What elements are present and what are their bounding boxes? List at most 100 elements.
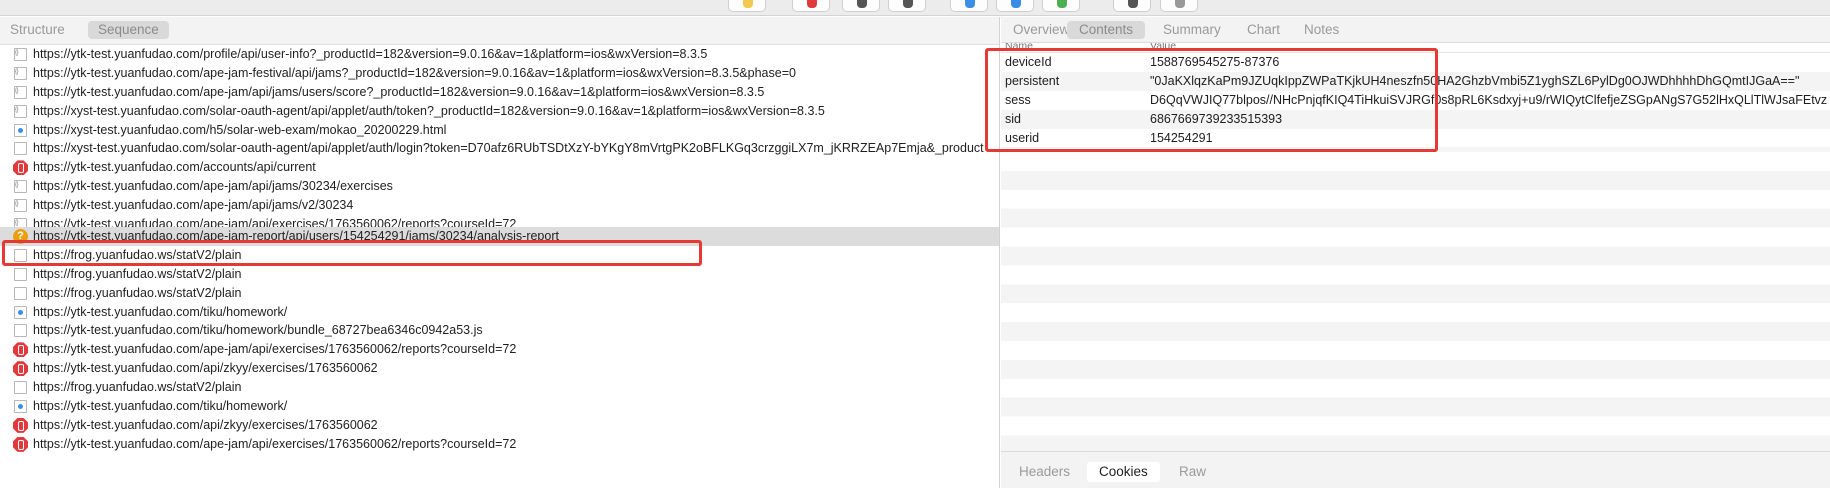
request-url: https://frog.yuanfudao.ws/statV2/plain (33, 247, 242, 262)
check-button[interactable] (1042, 0, 1080, 12)
cookie-name: sess (1005, 92, 1031, 107)
trash-button[interactable] (842, 0, 880, 12)
cookie-row[interactable]: persistent "0JaKXlqzKaPm9JZUqkIppZWPaTKjk… (1001, 71, 1830, 91)
settings-button[interactable] (1160, 0, 1198, 12)
empty-table-area (1001, 152, 1830, 461)
request-row[interactable]: https://xyst-test.yuanfudao.com/solar-oa… (0, 102, 999, 121)
main-toolbar (0, 0, 1830, 16)
request-url: https://ytk-test.yuanfudao.com/api/zkyy/… (33, 361, 378, 376)
cookie-row[interactable]: deviceId 1588769545275-87376 (1001, 53, 1830, 72)
bug-button[interactable] (888, 0, 926, 12)
request-row[interactable]: https://ytk-test.yuanfudao.com/tiku/home… (0, 397, 999, 416)
request-row[interactable]: https://ytk-test.yuanfudao.com/ape-jam/a… (0, 177, 999, 196)
cookie-value: 6867669739233515393 (1150, 111, 1283, 126)
tools-icon (1128, 0, 1138, 8)
yellow-tag-icon (743, 0, 753, 8)
request-row[interactable]: https://frog.yuanfudao.ws/statV2/plain (0, 246, 999, 265)
json-icon (14, 215, 27, 228)
sequence-pane: Structure Sequence https://ytk-test.yuan… (0, 17, 1000, 488)
trash-icon (857, 0, 867, 8)
cookie-value: D6QqVWJIQ77blpos//NHcPnjqfKIQ4TiHkuiSVJR… (1150, 92, 1828, 107)
record-button[interactable] (792, 0, 830, 12)
json-icon (14, 64, 27, 82)
tab-notes[interactable]: Notes (1292, 21, 1351, 39)
request-row[interactable]: https://ytk-test.yuanfudao.com/accounts/… (0, 158, 999, 177)
request-url: https://ytk-test.yuanfudao.com/ape-jam/a… (33, 198, 354, 213)
error-icon (13, 417, 28, 433)
request-url: https://xyst-test.yuanfudao.com/h5/solar… (33, 122, 447, 137)
settings-icon (1175, 0, 1185, 8)
json-icon (14, 177, 27, 195)
request-url: https://ytk-test.yuanfudao.com/tiku/home… (33, 323, 483, 338)
request-row[interactable]: https://frog.yuanfudao.ws/statV2/plain (0, 284, 999, 303)
request-url: https://ytk-test.yuanfudao.com/api/zkyy/… (33, 417, 378, 432)
error-icon (13, 361, 28, 377)
request-row[interactable]: ? https://ytk-test.yuanfudao.com/ape-jam-… (0, 227, 999, 246)
doc-icon (14, 324, 27, 338)
tab-raw[interactable]: Raw (1167, 462, 1218, 482)
request-url: https://ytk-test.yuanfudao.com/ape-jam/a… (33, 436, 517, 451)
tools-button[interactable] (1113, 0, 1151, 12)
request-url: https://xyst-test.yuanfudao.com/solar-oa… (33, 141, 984, 156)
tab-chart[interactable]: Chart (1235, 21, 1292, 39)
doc-icon (14, 381, 27, 395)
cookie-row[interactable]: sess D6QqVWJIQ77blpos//NHcPnjqfKIQ4TiHkui… (1001, 90, 1830, 110)
request-row[interactable]: https://ytk-test.yuanfudao.com/api/zkyy/… (0, 359, 999, 378)
json-icon (14, 45, 27, 63)
cookie-value: "0JaKXlqzKaPm9JZUqkIppZWPaTKjkUH4neszfn5… (1150, 73, 1800, 88)
refresh-button[interactable] (996, 0, 1034, 12)
column-header-value[interactable]: Value (1150, 43, 1176, 52)
json-icon (14, 102, 27, 120)
cookie-name: userid (1005, 130, 1040, 145)
request-url: https://frog.yuanfudao.ws/statV2/plain (33, 380, 242, 395)
request-row[interactable]: https://ytk-test.yuanfudao.com/tiku/home… (0, 321, 999, 340)
cookie-value: 1588769545275-87376 (1150, 55, 1280, 69)
request-row[interactable]: https://frog.yuanfudao.ws/statV2/plain (0, 378, 999, 397)
request-url: https://ytk-test.yuanfudao.com/accounts/… (33, 160, 316, 175)
cookie-name: deviceId (1005, 55, 1052, 69)
check-icon (1057, 0, 1067, 8)
request-url: https://ytk-test.yuanfudao.com/ape-jam/a… (33, 179, 393, 194)
detail-pane: Overview Contents Summary Chart Notes Na… (985, 17, 1830, 488)
request-row[interactable]: https://ytk-test.yuanfudao.com/ape-jam/a… (0, 435, 999, 454)
question-icon: ? (13, 229, 28, 245)
request-row[interactable]: https://ytk-test.yuanfudao.com/ape-jam-f… (0, 64, 999, 83)
tab-contents[interactable]: Contents (1067, 21, 1146, 39)
tab-headers[interactable]: Headers (1007, 462, 1082, 482)
doc-icon (14, 142, 27, 156)
request-url: https://ytk-test.yuanfudao.com/ape-jam/a… (33, 84, 765, 99)
error-icon (13, 160, 28, 176)
html-icon (14, 305, 27, 319)
bug-icon (903, 0, 913, 8)
cookie-row[interactable]: userid 154254291 (1001, 128, 1830, 148)
request-url: https://frog.yuanfudao.ws/statV2/plain (33, 285, 242, 300)
request-row[interactable]: https://ytk-test.yuanfudao.com/ape-jam/a… (0, 215, 999, 228)
request-row[interactable]: https://frog.yuanfudao.ws/statV2/plain (0, 265, 999, 284)
tab-sequence[interactable]: Sequence (88, 21, 169, 39)
tab-cookies[interactable]: Cookies (1087, 462, 1160, 482)
request-row[interactable]: https://xyst-test.yuanfudao.com/h5/solar… (0, 121, 999, 140)
request-url: https://ytk-test.yuanfudao.com/tiku/home… (33, 399, 288, 414)
request-row[interactable]: https://ytk-test.yuanfudao.com/ape-jam/a… (0, 340, 999, 359)
cookie-row[interactable]: sid 6867669739233515393 (1001, 109, 1830, 129)
request-row[interactable]: https://ytk-test.yuanfudao.com/ape-jam/a… (0, 196, 999, 215)
request-row[interactable]: https://ytk-test.yuanfudao.com/ape-jam/a… (0, 83, 999, 102)
request-url: https://ytk-test.yuanfudao.com/ape-jam/a… (33, 342, 517, 357)
pen-button[interactable] (950, 0, 988, 12)
error-icon (13, 436, 28, 452)
request-row[interactable]: https://ytk-test.yuanfudao.com/tiku/home… (0, 303, 999, 322)
json-icon (14, 83, 27, 101)
request-url: https://ytk-test.yuanfudao.com/ape-jam-r… (33, 229, 559, 244)
tab-summary[interactable]: Summary (1151, 21, 1233, 39)
cookie-value: 154254291 (1150, 130, 1213, 145)
tab-structure[interactable]: Structure (0, 21, 75, 39)
request-row[interactable]: https://ytk-test.yuanfudao.com/api/zkyy/… (0, 416, 999, 435)
request-row[interactable]: https://ytk-test.yuanfudao.com/profile/a… (0, 45, 999, 64)
refresh-icon (1011, 0, 1021, 8)
request-row[interactable]: https://xyst-test.yuanfudao.com/solar-oa… (0, 139, 999, 158)
cookie-table-header: Name Value (1001, 43, 1830, 53)
cookie-name: sid (1005, 111, 1021, 126)
doc-icon (14, 267, 27, 281)
column-header-name[interactable]: Name (1005, 43, 1033, 52)
yellow-tag-button[interactable] (728, 0, 766, 12)
